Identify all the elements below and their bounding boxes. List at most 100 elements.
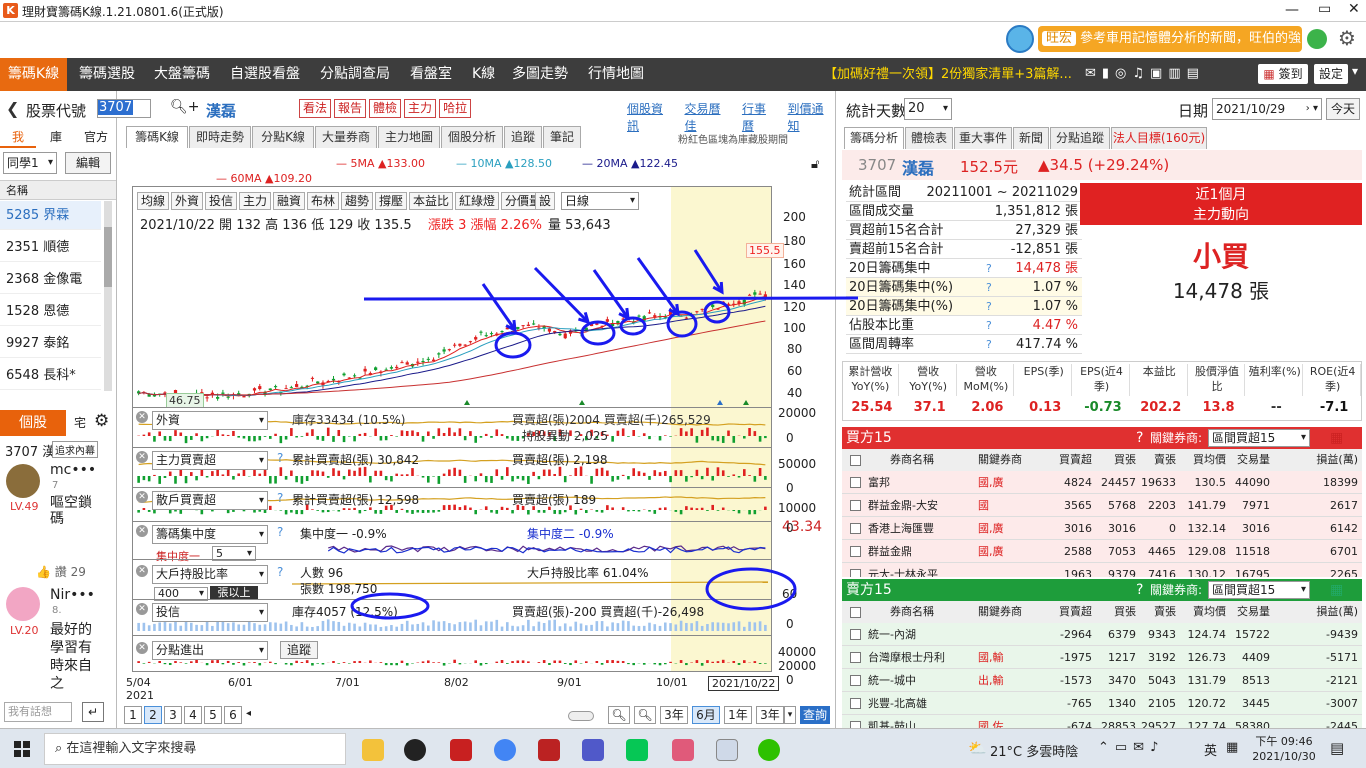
event-marker[interactable]: [464, 400, 470, 405]
page-button[interactable]: 4: [184, 706, 202, 724]
buy-filter-select[interactable]: 區間買超15: [1208, 429, 1310, 447]
signin-button[interactable]: ▦ 簽到: [1258, 64, 1308, 84]
list-item[interactable]: 2368 金像電: [0, 265, 101, 294]
event-marker[interactable]: [717, 400, 723, 405]
settings-button[interactable]: 設定: [1314, 64, 1348, 84]
list-item[interactable]: 9927 泰銘: [0, 329, 101, 358]
column-header[interactable]: 買張: [1096, 601, 1136, 623]
range-6m-button[interactable]: 6月: [692, 706, 720, 724]
close-icon[interactable]: ✕: [136, 411, 148, 423]
column-header[interactable]: 買張: [1096, 449, 1136, 471]
row-checkbox[interactable]: [850, 721, 861, 728]
table-row[interactable]: 台灣摩根士丹利 國,輸 -1975 1217 3192 126.73 4409 -5171: [842, 646, 1362, 669]
close-button[interactable]: ✕: [1348, 1, 1360, 17]
report-button[interactable]: 報告: [334, 99, 367, 118]
list-item[interactable]: 5285 界霖: [0, 201, 101, 230]
ad-banner[interactable]: 旺宏 參考車用記憶體分析的新聞，旺伯的強: [1038, 26, 1302, 52]
help-icon[interactable]: ?: [986, 316, 992, 335]
indicator-select[interactable]: 散戶買賣超: [152, 491, 268, 510]
send-icon[interactable]: ↵: [82, 702, 104, 722]
checkup-button[interactable]: 體檢: [369, 99, 402, 118]
tab-volume-broker[interactable]: 大量券商: [315, 126, 377, 148]
close-icon[interactable]: ✕: [136, 525, 148, 537]
social-gear-icon[interactable]: ⚙: [94, 411, 109, 431]
social-tab-stock[interactable]: 個股: [0, 410, 66, 436]
left-tab-mine[interactable]: 我: [0, 126, 36, 148]
link-stock-info[interactable]: 個股資訊: [627, 100, 674, 134]
edit-button[interactable]: 編輯: [65, 152, 111, 174]
help-icon[interactable]: ?: [277, 525, 283, 539]
scroll-left-icon[interactable]: ◂: [246, 708, 251, 719]
list-item[interactable]: 1528 恩德: [0, 297, 101, 326]
column-header[interactable]: 關鍵券商: [970, 601, 1030, 623]
tab-branch-track[interactable]: 分點追蹤: [1050, 127, 1110, 149]
left-tab-library[interactable]: 庫: [38, 126, 74, 148]
column-header[interactable]: 券商名稱: [862, 601, 962, 623]
xbox-icon[interactable]: [404, 739, 426, 761]
nav-item-market-map[interactable]: 行情地圖: [582, 58, 650, 91]
app-icon[interactable]: [538, 739, 560, 761]
gear-icon[interactable]: ⚙: [1338, 26, 1356, 50]
line-icon[interactable]: [626, 739, 648, 761]
nav-item-stock-picker[interactable]: 籌碼選股: [73, 58, 141, 91]
post-user[interactable]: mc•••: [50, 462, 96, 478]
range-3y-button[interactable]: 3年: [660, 706, 688, 724]
help-icon[interactable]: ?: [277, 451, 283, 465]
zoom-in-icon[interactable]: 🔍︎: [634, 706, 656, 724]
clock[interactable]: 下午 09:46 2021/10/30: [1252, 734, 1316, 764]
page-button[interactable]: 5: [204, 706, 222, 724]
close-icon[interactable]: ✕: [136, 603, 148, 615]
nav-item-branch-survey[interactable]: 分點調查局: [314, 58, 396, 91]
promo-link[interactable]: 【加碼好禮一次領】2份獨家清單+3篇解...: [818, 58, 1078, 91]
tab-track[interactable]: 追蹤: [504, 126, 542, 148]
nav-item-market-chips[interactable]: 大盤籌碼: [148, 58, 216, 91]
maximize-button[interactable]: ▭: [1318, 1, 1331, 17]
left-tab-official[interactable]: 官方: [76, 126, 116, 148]
table-row[interactable]: 群益金鼎 國,廣 2588 7053 4465 129.08 11518 6701: [842, 540, 1362, 563]
like-count[interactable]: 👍 讚 29: [36, 563, 86, 580]
column-header[interactable]: 交易量: [1226, 449, 1270, 471]
group-select[interactable]: 同學1: [3, 152, 57, 174]
close-icon[interactable]: ✕: [136, 642, 148, 654]
help-icon[interactable]: ?: [277, 491, 283, 505]
tab-main-map[interactable]: 主力地圖: [378, 126, 440, 148]
list-item[interactable]: 2351 順德: [0, 233, 101, 262]
grid-icon[interactable]: ▦: [1330, 427, 1343, 449]
horizontal-scrollbar[interactable]: [568, 711, 594, 721]
acrobat-icon[interactable]: [450, 739, 472, 761]
row-checkbox[interactable]: [850, 546, 861, 557]
stock-code-value[interactable]: 3707: [98, 100, 134, 115]
tab-chip-analysis[interactable]: 籌碼分析: [844, 127, 904, 149]
help-icon[interactable]: ?: [1136, 579, 1143, 601]
social-tab-house[interactable]: 宅: [68, 410, 92, 436]
post-user[interactable]: Nir•••: [50, 587, 95, 603]
ime-indicator[interactable]: 英: [1204, 740, 1217, 759]
list-scrollbar[interactable]: [104, 201, 112, 391]
select-all-checkbox[interactable]: [850, 455, 861, 466]
help-icon[interactable]: ?: [277, 565, 283, 579]
table-row[interactable]: 元大-士林永平 1963 9379 7416 130.12 16795 2265: [842, 563, 1362, 577]
nav-item-monitor-room[interactable]: 看盤室: [404, 58, 458, 91]
tab-branch-kline[interactable]: 分點K線: [252, 126, 314, 148]
file-explorer-icon[interactable]: [362, 739, 384, 761]
view-button[interactable]: 看法: [299, 99, 332, 118]
grid-icon[interactable]: ▦: [1330, 579, 1343, 601]
indicator-select[interactable]: 外資: [152, 411, 268, 430]
row-checkbox[interactable]: [850, 629, 861, 640]
event-marker[interactable]: [579, 400, 585, 405]
tab-stock-analysis[interactable]: 個股分析: [441, 126, 503, 148]
column-header[interactable]: 券商名稱: [862, 449, 962, 471]
lock-icon[interactable]: 🔓︎: [811, 157, 819, 172]
row-checkbox[interactable]: [850, 698, 861, 709]
chat-icon[interactable]: [1307, 29, 1327, 49]
notification-icon[interactable]: ▤: [1330, 739, 1344, 757]
follow-insider-button[interactable]: 追求內幕: [52, 441, 98, 458]
nav-item-multi-trend[interactable]: 多圖走勢: [506, 58, 574, 91]
select-all-checkbox[interactable]: [850, 607, 861, 618]
today-button[interactable]: 今天: [1326, 98, 1360, 120]
list-item[interactable]: 6548 長科*: [0, 361, 101, 390]
close-icon[interactable]: ✕: [136, 565, 148, 577]
row-checkbox[interactable]: [850, 477, 861, 488]
column-header[interactable]: 關鍵券商: [970, 449, 1030, 471]
nav-scroll-arrow[interactable]: ▾: [1352, 64, 1358, 78]
